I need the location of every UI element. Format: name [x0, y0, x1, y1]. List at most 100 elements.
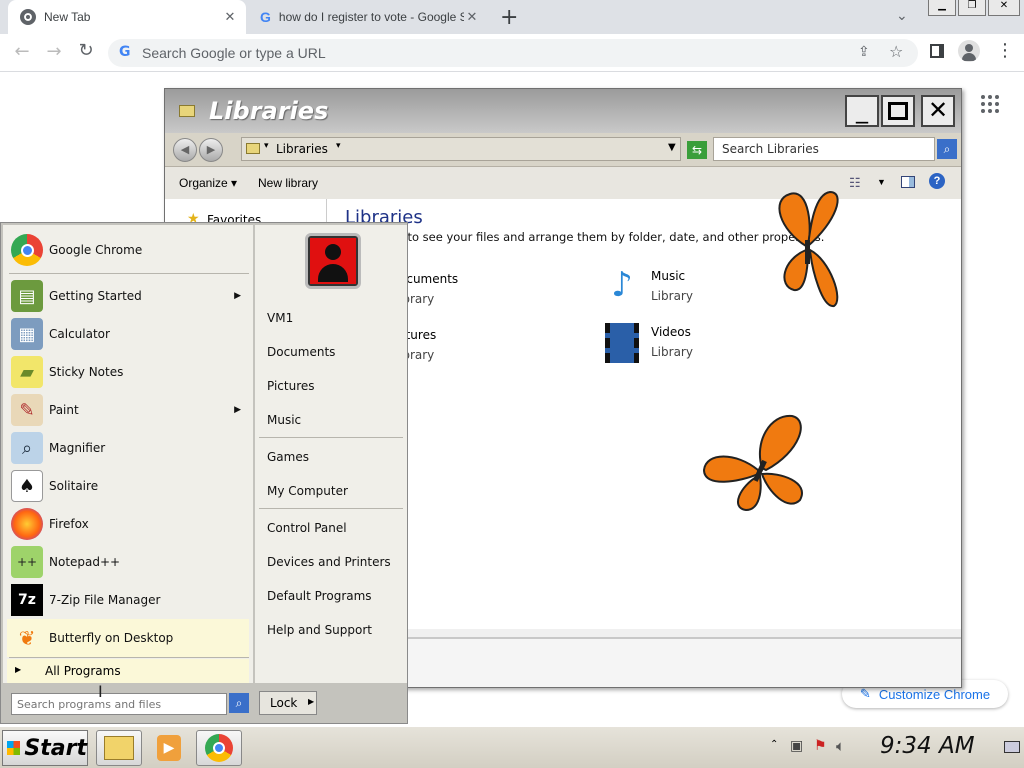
minimize-button[interactable]: _: [845, 95, 879, 127]
search-placeholder: Search Libraries: [722, 142, 819, 156]
close-tab-icon[interactable]: ✕: [222, 9, 238, 25]
place-documents[interactable]: Documents: [267, 345, 335, 359]
place-music[interactable]: Music: [267, 413, 301, 427]
start-menu-places: VM1 Documents Pictures Music Games My Co…: [255, 225, 407, 683]
start-menu: Google Chrome ▤ Getting Started ▶ ▦ Calcu…: [0, 222, 408, 724]
magnifier-icon: ⌕: [11, 432, 43, 464]
start-item-calculator[interactable]: ▦ Calculator: [3, 315, 249, 353]
pencil-icon: ✎: [859, 686, 871, 701]
reload-icon[interactable]: ↻: [74, 40, 98, 61]
search-field[interactable]: Search Libraries: [713, 137, 935, 161]
place-help-support[interactable]: Help and Support: [267, 623, 372, 637]
place-vm1[interactable]: VM1: [267, 311, 293, 325]
restore-icon[interactable]: ❐: [958, 0, 986, 16]
tab-search-chevron-icon[interactable]: ⌄: [896, 8, 908, 24]
breadcrumb-chevron-icon[interactable]: ▾: [336, 141, 341, 151]
start-item-sticky-notes[interactable]: ▰ Sticky Notes: [3, 353, 249, 391]
folder-icon: [104, 736, 134, 760]
start-item-7zip[interactable]: 7z 7-Zip File Manager: [3, 581, 249, 619]
taskbar-chrome[interactable]: [196, 730, 242, 766]
start-item-butterfly[interactable]: ❦ Butterfly on Desktop: [7, 619, 249, 657]
profile-avatar[interactable]: [958, 40, 980, 62]
text-cursor-icon: I: [98, 682, 103, 701]
address-path[interactable]: Libraries: [276, 142, 328, 156]
media-player-icon: ▶: [157, 735, 181, 761]
tab-title: how do I register to vote - Google S: [278, 10, 464, 24]
start-item-solitaire[interactable]: ♠ Solitaire: [3, 467, 249, 505]
preview-pane-icon[interactable]: [901, 176, 915, 188]
show-hidden-icons[interactable]: ⌃: [770, 739, 778, 750]
close-tab-icon[interactable]: ✕: [464, 9, 480, 25]
forward-button[interactable]: ▶: [199, 138, 223, 162]
all-programs-button[interactable]: ▶ All Programs: [7, 659, 249, 683]
network-icon[interactable]: ▣: [790, 738, 803, 754]
libraries-folder-icon: [246, 143, 260, 154]
chrome-icon: [205, 734, 233, 762]
taskbar-explorer[interactable]: [96, 730, 142, 766]
omnibox-placeholder: Search Google or type a URL: [142, 45, 326, 61]
omnibox[interactable]: G Search Google or type a URL ⇪ ☆: [108, 39, 918, 67]
tab-title: New Tab: [44, 10, 91, 24]
taskbar-media-player[interactable]: ▶: [146, 730, 192, 766]
maximize-button[interactable]: [881, 95, 915, 127]
address-chevron-icon[interactable]: ▾: [264, 141, 269, 151]
apps-grid-icon[interactable]: [981, 95, 999, 113]
place-devices-printers[interactable]: Devices and Printers: [267, 555, 391, 569]
submenu-arrow-icon: ▶: [234, 405, 241, 415]
shutdown-options-arrow-icon[interactable]: ▶: [308, 697, 314, 706]
start-item-notepadpp[interactable]: ++ Notepad++: [3, 543, 249, 581]
forward-icon[interactable]: →: [42, 41, 66, 62]
close-icon[interactable]: ✕: [988, 0, 1020, 16]
start-item-google-chrome[interactable]: Google Chrome: [3, 231, 249, 269]
start-button[interactable]: Start: [2, 730, 88, 766]
tab-new-tab[interactable]: New Tab ✕: [8, 0, 246, 34]
library-music[interactable]: ♪ Music Library: [597, 265, 717, 311]
start-item-firefox[interactable]: Firefox: [3, 505, 249, 543]
start-item-getting-started[interactable]: ▤ Getting Started ▶: [3, 277, 249, 315]
calculator-icon: ▦: [11, 318, 43, 350]
view-options-icon[interactable]: ☷: [849, 175, 861, 191]
place-pictures[interactable]: Pictures: [267, 379, 315, 393]
tab-vote-search[interactable]: G how do I register to vote - Google S ✕: [250, 0, 488, 34]
action-center-icon[interactable]: ⚑: [814, 738, 827, 754]
host-window-controls: ▁ ❐ ✕: [928, 0, 1020, 18]
volume-icon[interactable]: 🔈︎: [836, 737, 845, 755]
help-icon[interactable]: ?: [929, 173, 945, 189]
back-button[interactable]: ◀: [173, 138, 197, 162]
music-note-icon: ♪: [611, 265, 633, 305]
place-default-programs[interactable]: Default Programs: [267, 589, 372, 603]
butterfly-icon: ❦: [18, 626, 36, 650]
view-dropdown-icon[interactable]: ▼: [877, 177, 886, 187]
user-icon: [310, 238, 356, 284]
place-games[interactable]: Games: [267, 450, 309, 464]
place-control-panel[interactable]: Control Panel: [267, 521, 347, 535]
place-my-computer[interactable]: My Computer: [267, 484, 348, 498]
start-item-paint[interactable]: ✎ Paint ▶: [3, 391, 249, 429]
search-icon[interactable]: ⌕: [937, 139, 957, 159]
minimize-icon[interactable]: ▁: [928, 0, 956, 16]
organize-menu[interactable]: Organize ▾: [179, 176, 237, 190]
start-search-input[interactable]: [11, 693, 227, 715]
user-avatar[interactable]: [305, 233, 361, 289]
start-item-magnifier[interactable]: ⌕ Magnifier: [3, 429, 249, 467]
address-field[interactable]: ▾ Libraries ▾ ▼: [241, 137, 681, 161]
back-icon[interactable]: ←: [10, 41, 34, 62]
sticky-notes-icon: ▰: [11, 356, 43, 388]
paint-icon: ✎: [11, 394, 43, 426]
chrome-menu-icon[interactable]: ⋮: [996, 40, 1014, 61]
refresh-icon[interactable]: ⇆: [687, 141, 707, 159]
bookmark-star-icon[interactable]: ☆: [889, 42, 903, 61]
lock-button[interactable]: Lock ▶: [259, 691, 317, 715]
new-library-button[interactable]: New library: [258, 176, 318, 190]
share-icon[interactable]: ⇪: [858, 44, 870, 60]
history-dropdown-icon[interactable]: ▼: [668, 142, 676, 153]
window-titlebar[interactable]: Libraries _ ✕: [165, 89, 961, 133]
new-tab-button[interactable]: +: [500, 5, 518, 30]
library-videos[interactable]: Videos Library: [597, 321, 717, 367]
search-icon[interactable]: ⌕: [229, 693, 249, 713]
show-desktop-icon[interactable]: [1004, 741, 1020, 753]
side-panel-icon[interactable]: [930, 44, 944, 58]
clock[interactable]: 9:34 AM: [880, 733, 975, 759]
address-bar: ◀ ▶ ▾ Libraries ▾ ▼ ⇆ Search Libraries ⌕: [165, 133, 961, 167]
close-button[interactable]: ✕: [921, 95, 955, 127]
